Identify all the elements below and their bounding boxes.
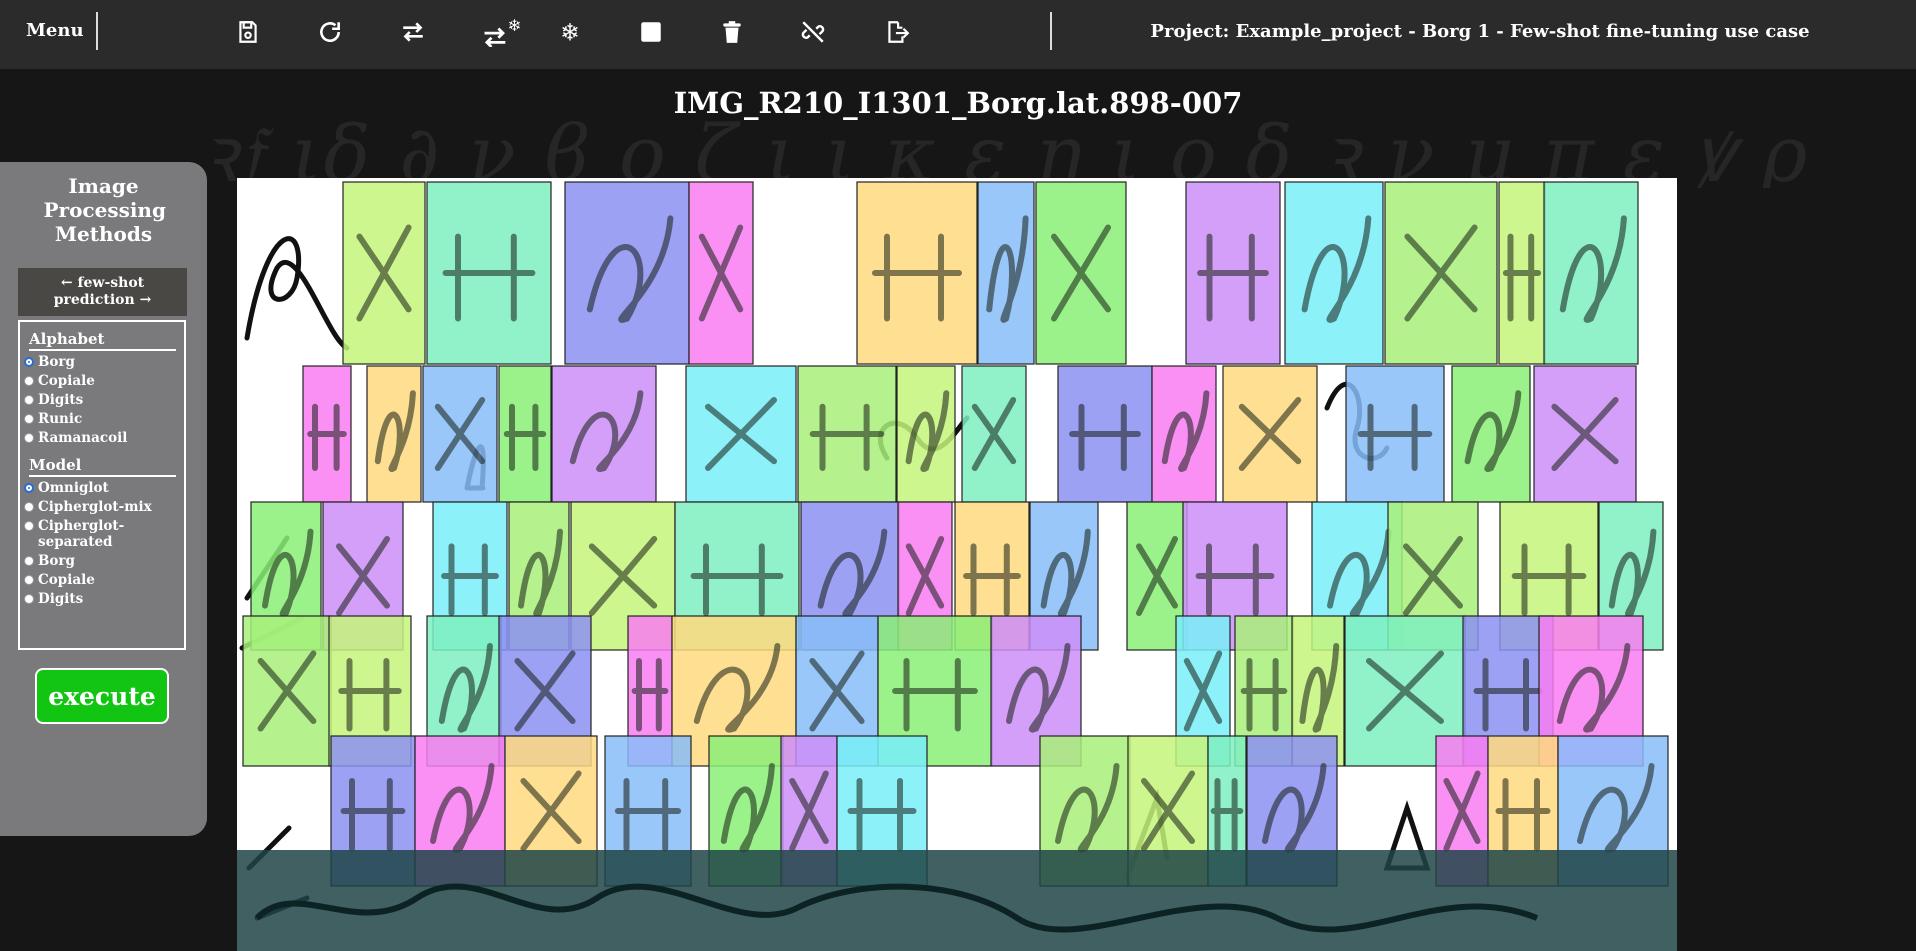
model-option-label: Cipherglot-separated — [38, 518, 125, 550]
options-box[interactable]: Alphabet Borg Copiale Digits Runic Ramanacoi… — [18, 320, 186, 650]
alphabet-option[interactable]: Borg — [24, 354, 184, 370]
model-radio[interactable] — [24, 483, 34, 493]
export-icon[interactable] — [880, 15, 914, 49]
redo-icon[interactable] — [313, 15, 347, 49]
model-option-label: Digits — [38, 591, 84, 607]
ink-stroke — [244, 236, 350, 351]
alphabet-option-label: Borg — [38, 354, 75, 370]
model-radio[interactable] — [24, 594, 34, 604]
image-processing-panel: Image Processing Methods ← few-shot pred… — [0, 162, 207, 836]
model-radio[interactable] — [24, 521, 34, 531]
alphabet-radio[interactable] — [24, 395, 34, 405]
prediction-box — [977, 181, 1035, 365]
execute-button[interactable]: execute — [35, 668, 169, 724]
model-option[interactable]: Copiale — [24, 572, 184, 588]
svg-text:❄: ❄ — [508, 17, 522, 35]
model-option[interactable]: Cipherglot-mix — [24, 499, 184, 515]
alphabet-option[interactable]: Ramanacoil — [24, 430, 184, 446]
top-toolbar: Menu ❄ ❄ Project: Example_project - Borg… — [0, 0, 1916, 69]
alphabet-option-label: Copiale — [38, 373, 95, 389]
alphabet-radio[interactable] — [24, 433, 34, 443]
manuscript-canvas — [237, 181, 1677, 951]
save-icon[interactable] — [231, 15, 265, 49]
square-icon[interactable] — [634, 15, 668, 49]
prediction-box — [564, 181, 690, 365]
transfer-icon[interactable] — [396, 15, 430, 49]
model-option[interactable]: Digits — [24, 591, 184, 607]
model-option[interactable]: Omniglot — [24, 480, 184, 496]
alphabet-option-label: Runic — [38, 411, 83, 427]
prediction-box — [1543, 181, 1639, 365]
alphabet-option[interactable]: Runic — [24, 411, 184, 427]
alphabet-label: Alphabet — [29, 330, 176, 351]
model-option-label: Cipherglot-mix — [38, 499, 152, 515]
prediction-box — [1284, 181, 1384, 365]
project-title: Project: Example_project - Borg 1 - Few-… — [1150, 21, 1810, 42]
few-shot-label: ← few-shot prediction → — [53, 275, 152, 308]
model-option[interactable]: Cipherglot-separated — [24, 518, 184, 550]
prediction-box — [551, 365, 657, 503]
prediction-box — [1451, 365, 1531, 503]
snowflake-icon[interactable]: ❄ — [554, 15, 588, 49]
model-label: Model — [29, 456, 176, 477]
panel-title: Image Processing Methods — [0, 174, 207, 246]
toolbar-divider — [1050, 12, 1052, 50]
prediction-box — [1151, 365, 1217, 503]
model-option-label: Copiale — [38, 572, 95, 588]
document-title: IMG_R210_I1301_Borg.lat.898-007 — [673, 86, 1243, 120]
model-radio[interactable] — [24, 502, 34, 512]
alphabet-option[interactable]: Copiale — [24, 373, 184, 389]
model-option-label: Borg — [38, 553, 75, 569]
unlink-icon[interactable] — [796, 15, 830, 49]
model-option[interactable]: Borg — [24, 553, 184, 569]
alphabet-radio[interactable] — [24, 376, 34, 386]
transfer-freeze-icon[interactable]: ❄ — [478, 15, 528, 49]
toolbar-divider — [96, 12, 98, 50]
alphabet-option[interactable]: Digits — [24, 392, 184, 408]
alphabet-radio[interactable] — [24, 414, 34, 424]
few-shot-prediction-button[interactable]: ← few-shot prediction → — [18, 268, 187, 316]
menu-button[interactable]: Menu — [26, 20, 84, 41]
model-radio[interactable] — [24, 575, 34, 585]
manuscript-image[interactable] — [237, 178, 1677, 951]
alphabet-option-label: Ramanacoil — [38, 430, 128, 446]
bottom-overlay — [237, 850, 1677, 951]
prediction-box — [366, 365, 422, 503]
alphabet-option-label: Digits — [38, 392, 84, 408]
panel-title-text: Image Processing Methods — [43, 174, 166, 246]
prediction-box — [896, 365, 956, 503]
alphabet-radio[interactable] — [24, 357, 34, 367]
model-option-label: Omniglot — [38, 480, 109, 496]
model-radio[interactable] — [24, 556, 34, 566]
trash-icon[interactable] — [715, 15, 749, 49]
svg-text:❄: ❄ — [560, 19, 580, 45]
